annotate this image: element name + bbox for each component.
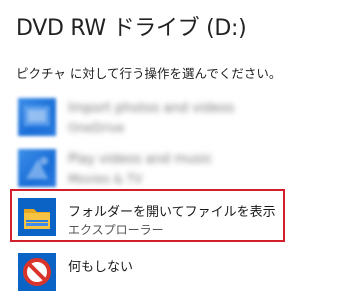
dialog-subtitle: ピクチャ に対して行う操作を選んでください。 — [16, 66, 282, 81]
option-label: Play videos and music — [68, 152, 213, 167]
autoplay-option-1[interactable]: Import photos and videos OneDrive — [10, 92, 340, 142]
app-tile-icon — [18, 149, 56, 187]
no-action-icon — [18, 253, 56, 291]
do-nothing-option[interactable]: 何もしない — [10, 247, 340, 297]
option-sublabel: OneDrive — [68, 121, 125, 135]
app-tile-icon — [18, 98, 56, 136]
option-label: Import photos and videos — [68, 101, 235, 116]
option-label: 何もしない — [68, 260, 134, 275]
autoplay-option-2[interactable]: Play videos and music Movies & TV — [10, 143, 340, 193]
option-sublabel: Movies & TV — [68, 172, 143, 186]
dialog-title: DVD RW ドライブ (D:) — [16, 16, 247, 41]
selection-highlight — [10, 189, 285, 242]
